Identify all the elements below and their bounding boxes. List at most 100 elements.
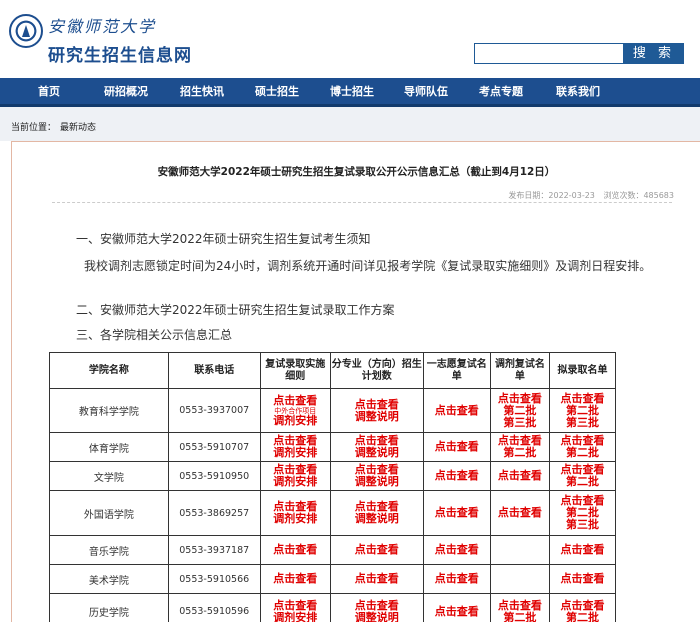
- link-cell-c3: 点击查看 调剂安排: [259, 461, 331, 491]
- view-link[interactable]: 点击查看: [261, 599, 330, 612]
- view-link[interactable]: 点击查看: [424, 470, 490, 482]
- school-name-logo[interactable]: 安徽师范大学: [48, 13, 156, 37]
- view-link[interactable]: 点击查看: [550, 573, 615, 585]
- view-link[interactable]: 调剂安排: [261, 513, 330, 525]
- view-link[interactable]: 第二批: [550, 611, 615, 622]
- breadcrumb-current[interactable]: 最新动态: [60, 120, 96, 133]
- view-link[interactable]: 点击查看: [331, 573, 423, 585]
- view-link[interactable]: 第三批: [491, 416, 549, 429]
- link-cell-c5: 点击查看: [422, 490, 491, 536]
- view-link[interactable]: 第二批: [550, 447, 615, 459]
- link-cell-c3: 点击查看 中外合作项目 调剂安排: [259, 388, 331, 433]
- college-name: 音乐学院: [49, 535, 169, 565]
- nav-item-exam-site[interactable]: 考点专题: [479, 78, 523, 104]
- college-name: 教育科学学院: [49, 388, 169, 433]
- title-divider: [52, 202, 672, 203]
- nav-item-overview[interactable]: 研招概况: [104, 78, 148, 104]
- contact-phone: 0553-5910707: [167, 432, 261, 462]
- view-link[interactable]: 点击查看: [331, 398, 423, 411]
- view-link[interactable]: 点击查看: [550, 392, 615, 405]
- view-link[interactable]: 点击查看: [491, 470, 549, 482]
- view-link[interactable]: 调整说明: [331, 447, 423, 459]
- nav-item-doctor[interactable]: 博士招生: [330, 78, 374, 104]
- link-cell-c6: 点击查看 第二批: [489, 432, 551, 462]
- link-cell-c4: 点击查看 调整说明: [329, 388, 424, 433]
- university-seal-icon[interactable]: [9, 14, 43, 48]
- link-cell-c7: 点击查看 第二批 第三批: [549, 388, 616, 433]
- view-link[interactable]: 调整说明: [331, 476, 423, 488]
- nav-item-contact[interactable]: 联系我们: [556, 78, 600, 104]
- view-link[interactable]: 点击查看: [424, 404, 490, 417]
- view-link[interactable]: 点击查看: [491, 599, 549, 612]
- link-cell-c7: 点击查看 第二批: [549, 432, 616, 462]
- view-link[interactable]: 调剂安排: [261, 476, 330, 488]
- view-link[interactable]: 点击查看: [424, 507, 490, 519]
- nav-item-home[interactable]: 首页: [38, 78, 60, 104]
- view-link[interactable]: 调整说明: [331, 513, 423, 525]
- search-button[interactable]: 搜 索: [624, 43, 684, 64]
- view-link[interactable]: 调整说明: [331, 611, 423, 622]
- view-link[interactable]: 第二批: [491, 404, 549, 417]
- link-cell-c5: 点击查看: [422, 535, 491, 565]
- site-header: 安徽师范大学 研究生招生信息网 搜 索: [0, 0, 700, 78]
- site-name-logo[interactable]: 研究生招生信息网: [48, 41, 192, 66]
- link-cell-c5: 点击查看: [422, 461, 491, 491]
- publish-date: 发布日期：2022-03-23: [508, 191, 595, 200]
- link-cell-c5: 点击查看: [422, 432, 491, 462]
- link-cell-c3: 点击查看: [259, 564, 331, 594]
- nav-item-master[interactable]: 硕士招生: [255, 78, 299, 104]
- view-link[interactable]: 点击查看: [261, 394, 330, 407]
- view-link[interactable]: 第三批: [550, 519, 615, 531]
- table-header-row: 学院名称 联系电话 复试录取实施细则 分专业（方向）招生计划数 一志愿复试名单 …: [49, 352, 616, 389]
- contact-phone: 0553-5910596: [167, 593, 261, 622]
- section-heading-2[interactable]: 二、安徽师范大学2022年硕士研究生招生复试录取工作方案: [76, 301, 395, 318]
- nav-item-tutors[interactable]: 导师队伍: [404, 78, 448, 104]
- view-link[interactable]: 点击查看: [261, 544, 330, 556]
- view-link[interactable]: 第二批: [491, 611, 549, 622]
- college-info-table: 学院名称 联系电话 复试录取实施细则 分专业（方向）招生计划数 一志愿复试名单 …: [49, 352, 616, 622]
- view-link[interactable]: 第二批: [550, 476, 615, 488]
- view-link[interactable]: 第二批: [491, 447, 549, 459]
- view-link[interactable]: 点击查看: [331, 599, 423, 612]
- view-link[interactable]: 点击查看: [424, 441, 490, 453]
- view-link[interactable]: 点击查看: [424, 605, 490, 618]
- link-cell-c4: 点击查看: [329, 564, 424, 594]
- view-link[interactable]: 调整说明: [331, 410, 423, 423]
- section-heading-1[interactable]: 一、安徽师范大学2022年硕士研究生招生复试考生须知: [76, 230, 371, 247]
- header-plan: 分专业（方向）招生计划数: [329, 352, 424, 389]
- view-link[interactable]: 点击查看: [550, 544, 615, 556]
- contact-phone: 0553-5910566: [167, 564, 261, 594]
- header-phone: 联系电话: [167, 352, 261, 389]
- view-link[interactable]: 第二批: [550, 404, 615, 417]
- view-link[interactable]: 点击查看: [491, 392, 549, 405]
- contact-phone: 0553-3937187: [167, 535, 261, 565]
- view-link[interactable]: 点击查看: [550, 599, 615, 612]
- view-link[interactable]: 调剂安排: [261, 414, 330, 427]
- view-link[interactable]: 点击查看: [424, 573, 490, 585]
- breadcrumb: 当前位置： 最新动态: [0, 107, 700, 141]
- view-link[interactable]: 点击查看: [491, 507, 549, 519]
- table-row: 体育学院 0553-5910707 点击查看 调剂安排 点击查看 调整说明 点击查看 点击查看…: [49, 432, 616, 462]
- view-link[interactable]: 点击查看: [331, 544, 423, 556]
- view-link[interactable]: 点击查看: [261, 573, 330, 585]
- link-cell-c4: 点击查看 调整说明: [329, 432, 424, 462]
- college-name: 外国语学院: [49, 490, 169, 536]
- content-panel: 安徽师范大学2022年硕士研究生招生复试录取公开公示信息汇总（截止到4月12日）…: [11, 141, 700, 622]
- view-link[interactable]: 调剂安排: [261, 447, 330, 459]
- nav-item-news[interactable]: 招生快讯: [180, 78, 224, 104]
- college-name: 美术学院: [49, 564, 169, 594]
- search-input[interactable]: [474, 43, 624, 64]
- notice-paragraph: 我校调剂志愿锁定时间为24小时，调剂系统开通时间详见报考学院《复试录取实施细则》…: [84, 259, 652, 273]
- main-nav: 首页 研招概况 招生快讯 硕士招生 博士招生 导师队伍 考点专题 联系我们: [0, 78, 700, 107]
- table-row: 外国语学院 0553-3869257 点击查看 调剂安排 点击查看 调整说明 点击查看 点击查…: [49, 490, 616, 536]
- table-row: 文学院 0553-5910950 点击查看 调剂安排 点击查看 调整说明 点击查看 点击查看点…: [49, 461, 616, 491]
- link-cell-c3: 点击查看 调剂安排: [259, 593, 331, 622]
- view-link[interactable]: 点击查看: [424, 544, 490, 556]
- table-row: 美术学院 0553-5910566 点击查看 点击查看 点击查看 点击查看: [49, 564, 616, 594]
- article-title: 安徽师范大学2022年硕士研究生招生复试录取公开公示信息汇总（截止到4月12日）: [157, 166, 556, 178]
- view-link[interactable]: 调剂安排: [261, 611, 330, 622]
- view-link[interactable]: 第三批: [550, 416, 615, 429]
- link-cell-c3: 点击查看: [259, 535, 331, 565]
- header-first-choice: 一志愿复试名单: [422, 352, 491, 389]
- link-cell-c6: 点击查看 第二批: [489, 593, 551, 622]
